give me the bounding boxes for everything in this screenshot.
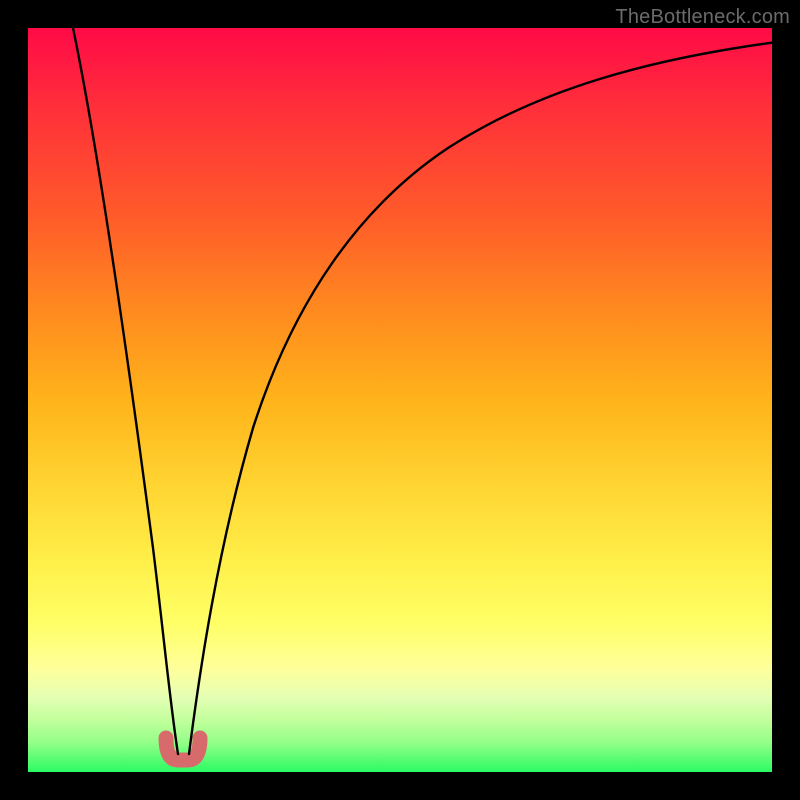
- plot-area: [28, 28, 772, 772]
- bottleneck-curve: [73, 28, 792, 754]
- chart-canvas: TheBottleneck.com: [0, 0, 800, 800]
- curve-layer: [28, 28, 772, 772]
- highlight-marker: [166, 738, 200, 760]
- watermark-text: TheBottleneck.com: [615, 6, 790, 29]
